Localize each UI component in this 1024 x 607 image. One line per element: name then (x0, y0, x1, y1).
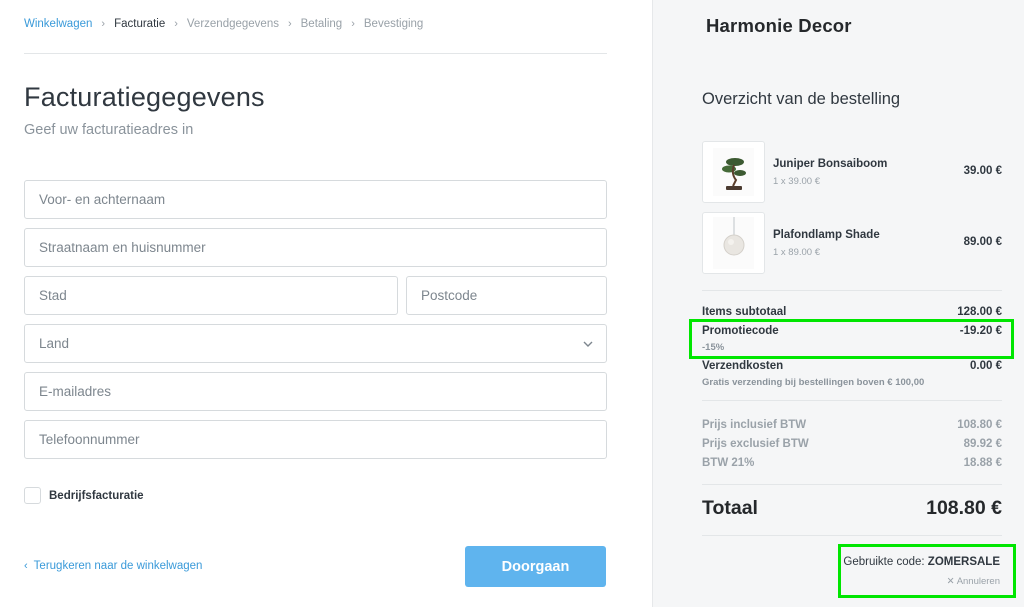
continue-button[interactable]: Doorgaan (465, 546, 606, 587)
divider (702, 290, 1002, 291)
vat-value: 18.88 € (963, 457, 1002, 469)
price-excl-vat-value: 89.92 € (963, 438, 1002, 450)
breadcrumb-verzendgegevens: Verzendgegevens (186, 18, 279, 30)
brand-logo[interactable]: Harmonie Decor (706, 15, 852, 37)
chevron-right-icon: › (287, 18, 292, 30)
divider (702, 484, 1002, 485)
pendant-lamp-icon (713, 217, 754, 269)
street-input[interactable] (25, 229, 606, 266)
subtotal-label: Items subtotaal (702, 306, 787, 318)
divider (702, 535, 1002, 536)
billing-panel: Winkelwagen › Facturatie › Verzendgegeve… (0, 0, 652, 607)
price-excl-vat-label: Prijs exclusief BTW (702, 438, 809, 450)
postcode-input[interactable] (407, 277, 606, 314)
divider (24, 53, 607, 54)
chevron-right-icon: › (351, 18, 355, 30)
breadcrumb-facturatie: Facturatie (114, 18, 166, 30)
chevron-right-icon: › (174, 18, 178, 30)
product-price: 89.00 € (963, 236, 1002, 248)
subtotal-value: 128.00 € (957, 306, 1002, 318)
name-input[interactable] (25, 181, 606, 218)
product-item: Juniper Bonsaiboom 1 x 39.00 € 39.00 € (702, 141, 1002, 203)
name-field[interactable] (24, 180, 607, 219)
email-input[interactable] (25, 373, 606, 410)
phone-field[interactable] (24, 420, 607, 459)
product-price: 39.00 € (963, 165, 1002, 177)
divider (702, 400, 1002, 401)
promo-highlight-box (689, 319, 1014, 359)
price-incl-vat-value: 108.80 € (957, 419, 1002, 431)
company-billing-checkbox[interactable] (24, 487, 41, 504)
product-thumbnail (702, 212, 765, 274)
product-name: Juniper Bonsaiboom (773, 158, 888, 170)
street-field[interactable] (24, 228, 607, 267)
city-field[interactable] (24, 276, 398, 315)
phone-input[interactable] (25, 421, 606, 458)
summary-title: Overzicht van de bestelling (702, 90, 901, 108)
page-title: Facturatiegegevens (24, 82, 265, 112)
country-select[interactable]: Land (24, 324, 607, 363)
breadcrumb-bevestiging: Bevestiging (363, 18, 424, 30)
country-select-label: Land (39, 336, 70, 351)
bonsai-tree-icon (713, 148, 754, 196)
used-code-highlight-box (838, 544, 1016, 598)
email-field[interactable] (24, 372, 607, 411)
breadcrumb: Winkelwagen › Facturatie › Verzendgegeve… (24, 18, 423, 30)
company-billing-row[interactable]: Bedrijfsfacturatie (24, 487, 144, 504)
total-label: Totaal (702, 497, 758, 519)
chevron-down-icon (583, 341, 593, 347)
product-thumbnail (702, 141, 765, 203)
shipping-label: Verzendkosten (702, 360, 784, 372)
shipping-note: Gratis verzending bij bestellingen boven… (702, 377, 925, 388)
total-value: 108.80 € (926, 497, 1002, 519)
price-incl-vat-label: Prijs inclusief BTW (702, 419, 807, 431)
company-billing-label[interactable]: Bedrijfsfacturatie (49, 490, 144, 502)
postcode-field[interactable] (406, 276, 607, 315)
product-name: Plafondlamp Shade (773, 229, 880, 241)
back-to-cart-link[interactable]: ‹ Terugkeren naar de winkelwagen (24, 560, 202, 572)
product-item: Plafondlamp Shade 1 x 89.00 € 89.00 € (702, 212, 1002, 274)
product-qty: 1 x 39.00 € (773, 176, 821, 187)
vat-label: BTW 21% (702, 457, 755, 469)
chevron-right-icon: › (101, 18, 106, 30)
back-to-cart-label[interactable]: Terugkeren naar de winkelwagen (34, 560, 203, 572)
breadcrumb-winkelwagen[interactable]: Winkelwagen (24, 18, 92, 30)
order-summary-panel: Harmonie Decor Overzicht van de bestelli… (652, 0, 1024, 607)
chevron-left-icon: ‹ (24, 560, 28, 572)
page-subtitle: Geef uw facturatieadres in (24, 122, 194, 138)
product-qty: 1 x 89.00 € (773, 247, 821, 258)
shipping-value: 0.00 € (970, 360, 1002, 372)
breadcrumb-betaling: Betaling (300, 18, 343, 30)
city-input[interactable] (25, 277, 397, 314)
